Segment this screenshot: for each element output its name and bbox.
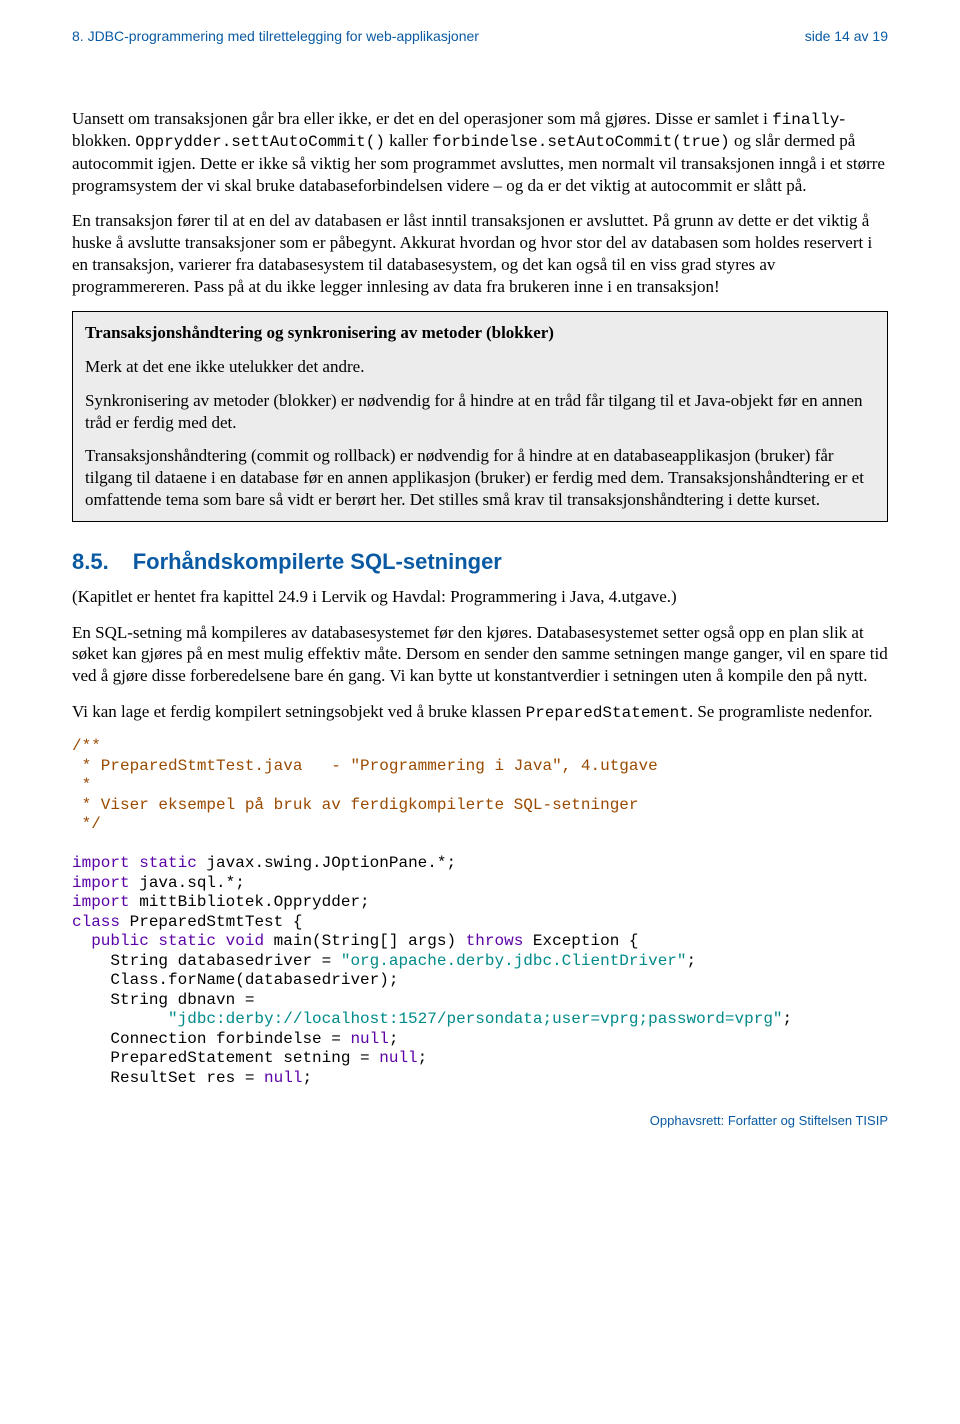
code-keyword: void <box>226 932 264 950</box>
code-text: PreparedStatement setning = <box>72 1049 379 1067</box>
callout-title: Transaksjonshåndtering og synkronisering… <box>85 322 875 344</box>
code-comment: /** <box>72 737 101 755</box>
inline-code: finally <box>772 111 839 129</box>
section-body: (Kapitlet er hentet fra kapittel 24.9 i … <box>72 586 888 723</box>
body-text: Uansett om transaksjonen går bra eller i… <box>72 108 888 297</box>
code-string: "org.apache.derby.jdbc.ClientDriver" <box>341 952 687 970</box>
code-keyword: import <box>72 893 130 911</box>
text: Uansett om transaksjonen går bra eller i… <box>72 109 772 128</box>
page-footer: Opphavsrett: Forfatter og Stiftelsen TIS… <box>72 1113 888 1130</box>
code-keyword: throws <box>466 932 524 950</box>
code-keyword: null <box>264 1069 302 1087</box>
code-text: ; <box>389 1030 399 1048</box>
code-keyword: null <box>379 1049 417 1067</box>
callout-paragraph: Transaksjonshåndtering (commit og rollba… <box>85 445 875 510</box>
code-text: ResultSet res = <box>72 1069 264 1087</box>
code-text: Class.forName(databasedriver); <box>72 971 398 989</box>
section-paragraph: En SQL-setning må kompileres av database… <box>72 622 888 687</box>
callout-paragraph: Synkronisering av metoder (blokker) er n… <box>85 390 875 434</box>
code-keyword: null <box>350 1030 388 1048</box>
code-text: mittBibliotek.Opprydder; <box>130 893 370 911</box>
code-keyword: class <box>72 913 120 931</box>
code-comment: * PreparedStmtTest.java - "Programmering… <box>72 757 658 775</box>
text: Vi kan lage et ferdig kompilert setnings… <box>72 702 526 721</box>
inline-code: PreparedStatement <box>526 704 689 722</box>
code-text: String dbnavn = <box>72 991 254 1009</box>
text: kaller <box>385 131 432 150</box>
code-comment: */ <box>72 815 101 833</box>
page-header: 8. JDBC-programmering med tilretteleggin… <box>72 28 888 46</box>
section-number: 8.5. <box>72 549 109 574</box>
code-keyword: import <box>72 854 130 872</box>
section-heading: 8.5. Forhåndskompilerte SQL-setninger <box>72 548 888 576</box>
code-string: "jdbc:derby://localhost:1527/persondata;… <box>168 1010 783 1028</box>
code-text: java.sql.*; <box>130 874 245 892</box>
code-text: PreparedStmtTest { <box>120 913 302 931</box>
code-keyword: static <box>158 932 216 950</box>
code-text: ; <box>687 952 697 970</box>
code-keyword: static <box>139 854 197 872</box>
section-paragraph: Vi kan lage et ferdig kompilert setnings… <box>72 701 888 723</box>
code-text <box>72 1010 168 1028</box>
code-keyword: import <box>72 874 130 892</box>
code-text: ; <box>783 1010 793 1028</box>
code-keyword: public <box>91 932 149 950</box>
paragraph-1: Uansett om transaksjonen går bra eller i… <box>72 108 888 196</box>
code-text <box>72 932 91 950</box>
callout-box: Transaksjonshåndtering og synkronisering… <box>72 311 888 521</box>
callout-paragraph: Merk at det ene ikke utelukker det andre… <box>85 356 875 378</box>
code-text: Exception { <box>523 932 638 950</box>
inline-code: Opprydder.settAutoCommit() <box>135 133 385 151</box>
code-text: String databasedriver = <box>72 952 341 970</box>
code-block: /** * PreparedStmtTest.java - "Programme… <box>72 737 888 1088</box>
inline-code: forbindelse.setAutoCommit(true) <box>432 133 730 151</box>
code-comment: * Viser eksempel på bruk av ferdigkompil… <box>72 796 639 814</box>
code-comment: * <box>72 776 91 794</box>
code-text: javax.swing.JOptionPane.*; <box>197 854 456 872</box>
code-text: main(String[] args) <box>264 932 466 950</box>
paragraph-2: En transaksjon fører til at en del av da… <box>72 210 888 297</box>
header-right: side 14 av 19 <box>805 28 888 46</box>
code-text <box>149 932 159 950</box>
code-text <box>216 932 226 950</box>
code-text: Connection forbindelse = <box>72 1030 350 1048</box>
header-left: 8. JDBC-programmering med tilretteleggin… <box>72 28 479 46</box>
code-text <box>130 854 140 872</box>
code-text: ; <box>418 1049 428 1067</box>
section-title: Forhåndskompilerte SQL-setninger <box>133 549 502 574</box>
section-paragraph: (Kapitlet er hentet fra kapittel 24.9 i … <box>72 586 888 608</box>
text: . Se programliste nedenfor. <box>689 702 873 721</box>
code-text: ; <box>302 1069 312 1087</box>
